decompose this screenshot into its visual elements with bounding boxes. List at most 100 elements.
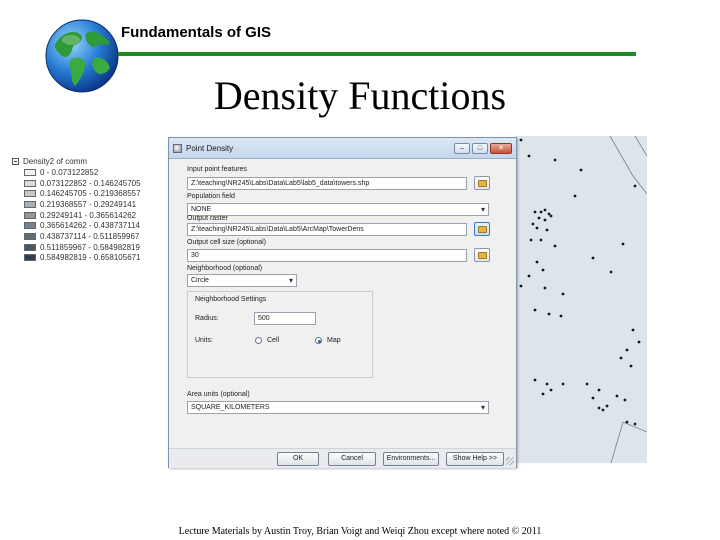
legend-class-label: 0.29249141 - 0.365614262	[40, 210, 137, 220]
tower-point	[573, 194, 577, 198]
tower-point	[533, 308, 537, 312]
legend-class-item: 0 - 0.073122852	[12, 167, 162, 178]
ok-button[interactable]: OK	[277, 452, 319, 466]
area-units-select[interactable]: SQUARE_KILOMETERS	[187, 401, 489, 414]
tower-point	[547, 212, 551, 216]
folder-open-icon	[478, 226, 487, 233]
tower-point	[541, 268, 545, 272]
tower-point	[519, 284, 523, 288]
input-features-label: Input point features	[187, 166, 247, 173]
boundary-line	[609, 136, 634, 177]
legend-class-label: 0.511859967 - 0.584982819	[40, 242, 140, 252]
legend-swatch	[24, 211, 36, 219]
tower-point	[619, 356, 623, 360]
point-map	[519, 136, 647, 463]
course-title: Fundamentals of GIS	[121, 24, 272, 41]
map-radio-label: Map	[327, 337, 341, 344]
tower-point	[539, 210, 543, 214]
tower-point	[623, 398, 627, 402]
tower-point	[579, 168, 583, 172]
tower-point	[543, 286, 547, 290]
neighborhood-settings-group: Neighborhood Settings Radius: 500 Units:…	[187, 291, 373, 378]
cell-size-label: Output cell size (optional)	[187, 239, 266, 246]
cell-radio-label: Cell	[267, 337, 280, 344]
slide-title: Density Functions	[0, 72, 720, 119]
close-button[interactable]: ✕	[490, 143, 512, 154]
tower-point	[609, 270, 613, 274]
population-field-label: Population field	[187, 193, 235, 200]
area-units-label: Area units (optional)	[187, 391, 250, 398]
legend-class-item: 0.511859967 - 0.584982819	[12, 242, 162, 253]
show-help-button[interactable]: Show Help >>	[446, 452, 504, 466]
tower-point	[535, 226, 539, 230]
legend-class-item: 0.365614262 - 0.438737114	[12, 220, 162, 231]
cell-size-field[interactable]: 30	[187, 249, 467, 262]
title-rule	[118, 52, 636, 56]
dialog-titlebar[interactable]: Point Density – □ ✕	[169, 138, 516, 159]
legend-class-label: 0.365614262 - 0.438737114	[40, 221, 140, 231]
legend-class-item: 0.584982819 - 0.658105671	[12, 253, 162, 264]
tower-point	[553, 158, 557, 162]
browse-cell-size-button[interactable]	[474, 248, 490, 262]
slide-title-text: Density Functions	[213, 73, 507, 118]
folder-open-icon	[478, 180, 487, 187]
tower-point	[531, 222, 535, 226]
legend-swatch	[24, 243, 36, 251]
tower-point	[621, 242, 625, 246]
tower-point	[541, 392, 545, 396]
legend-class-label: 0.073122852 - 0.146245705	[40, 178, 141, 188]
neighborhood-select[interactable]: Circle	[187, 274, 297, 287]
input-features-field[interactable]: Z:\teaching\NR245\Labs\Data\Lab5\lab5_da…	[187, 177, 467, 190]
map-view[interactable]	[515, 136, 647, 463]
tower-point	[597, 406, 601, 410]
legend-class-label: 0.438737114 - 0.511859967	[40, 231, 140, 241]
legend-class-label: 0.146245705 - 0.219368557	[40, 189, 141, 199]
browse-output-button[interactable]	[474, 222, 490, 236]
maximize-button[interactable]: □	[472, 143, 488, 154]
tower-point	[597, 388, 601, 392]
cancel-button[interactable]: Cancel	[328, 452, 376, 466]
output-raster-field[interactable]: Z:\teaching\NR245\Labs\Data\Lab5\ArcMap\…	[187, 223, 467, 236]
radius-field[interactable]: 500	[254, 312, 316, 325]
folder-open-icon	[478, 252, 487, 259]
layer-legend: Density2 of comm 0 - 0.073122852 0.073122…	[12, 156, 162, 263]
dialog-title: Point Density	[186, 143, 234, 153]
collapse-toggle-icon[interactable]	[12, 158, 19, 165]
map-radio[interactable]	[315, 337, 322, 344]
browse-input-button[interactable]	[474, 176, 490, 190]
legend-class-item: 0.073122852 - 0.146245705	[12, 178, 162, 189]
minimize-button[interactable]: –	[454, 143, 470, 154]
tower-point	[601, 408, 605, 412]
radius-label: Radius:	[195, 315, 219, 322]
legend-swatch	[24, 254, 36, 262]
boundary-line	[610, 421, 624, 463]
legend-swatch	[24, 179, 36, 187]
tower-point	[591, 256, 595, 260]
tower-point	[561, 292, 565, 296]
legend-swatch	[24, 190, 36, 198]
tower-point	[539, 238, 543, 242]
tower-point	[559, 314, 563, 318]
legend-swatch	[24, 222, 36, 230]
legend-swatch	[24, 168, 36, 176]
tower-point	[629, 364, 633, 368]
point-density-dialog: Point Density – □ ✕ Input point features…	[168, 137, 517, 468]
output-raster-label: Output raster	[187, 215, 228, 222]
population-field-select[interactable]: NONE	[187, 203, 489, 216]
footer-credit: Lecture Materials by Austin Troy, Brian …	[178, 526, 542, 537]
tower-point	[633, 184, 637, 188]
legend-class-label: 0.219368557 - 0.29249141	[40, 199, 137, 209]
tower-point	[527, 154, 531, 158]
tower-point	[561, 382, 565, 386]
legend-class-label: 0 - 0.073122852	[40, 167, 99, 177]
legend-layer-row[interactable]: Density2 of comm	[12, 156, 162, 167]
tower-point	[631, 328, 635, 332]
resize-grip[interactable]	[506, 457, 514, 465]
tower-point	[633, 422, 637, 426]
cell-radio[interactable]	[255, 337, 262, 344]
legend-swatch	[24, 200, 36, 208]
tower-point	[553, 244, 557, 248]
tower-point	[533, 378, 537, 382]
environments-button[interactable]: Environments...	[383, 452, 439, 466]
tower-point	[543, 218, 547, 222]
